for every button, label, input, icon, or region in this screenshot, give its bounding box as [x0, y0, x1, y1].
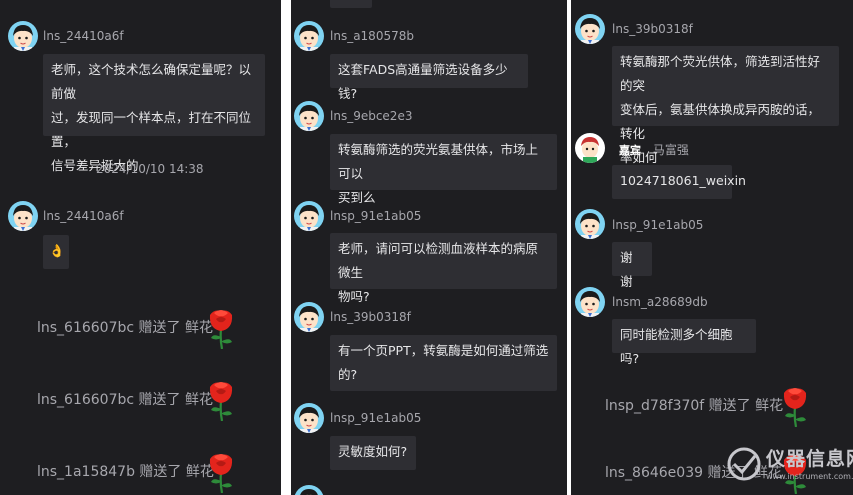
username: lnsm_a28689db	[612, 295, 708, 309]
guest-badge: 嘉宾	[619, 144, 641, 157]
message-line: 转氨酶筛选的荧光氨基供体，市场上可以	[338, 142, 539, 181]
message-line: 变体后，氨基供体换成异丙胺的话，转化	[620, 102, 821, 141]
gift-notice: lns_1a15847b 赠送了 鲜花	[37, 464, 214, 480]
gift-notice: lns_616607bc 赠送了 鲜花	[37, 320, 213, 336]
gift-notice: lnsp_d78f370f 赠送了 鲜花	[605, 398, 784, 414]
avatar-icon	[575, 209, 605, 239]
message-line: 物吗?	[338, 289, 370, 304]
site-watermark: 仪器信息网 www.instrument.com.cn	[726, 444, 853, 489]
avatar-icon	[294, 101, 324, 131]
avatar-icon	[8, 201, 38, 231]
avatar-icon	[294, 21, 324, 51]
user-avatar[interactable]	[294, 302, 324, 332]
message-line: 同时能检测多个细胞吗?	[620, 327, 733, 366]
avatar-icon	[294, 201, 324, 231]
chat-panel-left: lns_24410a6f 老师，这个技术怎么确保定量呢？以前做 过，发现同一个样…	[0, 0, 281, 495]
avatar-icon	[575, 133, 605, 163]
gift-notice: lns_616607bc 赠送了 鲜花	[37, 392, 213, 408]
message-bubble: 同时能检测多个细胞吗?	[612, 319, 756, 366]
rose-icon	[780, 383, 810, 427]
user-avatar[interactable]	[294, 101, 324, 131]
username: lns_9ebce2e3	[330, 109, 413, 123]
chat-panel-middle: lns_a180578b 这套FADS高通量筛选设备多少钱? lns_9ebce…	[291, 0, 567, 495]
avatar-icon	[575, 14, 605, 44]
username: lnsp_91e1ab05	[330, 411, 422, 425]
user-avatar[interactable]	[294, 201, 324, 231]
rose-icon	[206, 449, 236, 493]
username: lnsp_91e1ab05	[612, 218, 704, 232]
message-line: 老师，这个技术怎么确保定量呢？以前做	[51, 62, 252, 101]
username: lns_a180578b	[330, 29, 414, 43]
user-avatar[interactable]	[8, 21, 38, 51]
username: lns_39b0318f	[330, 310, 411, 324]
guest-user: 嘉宾 马富强	[619, 141, 689, 158]
username: lns_24410a6f	[43, 209, 124, 223]
rose-icon	[206, 305, 236, 349]
avatar-icon	[8, 21, 38, 51]
user-avatar[interactable]	[8, 201, 38, 231]
avatar-icon	[294, 302, 324, 332]
message-line: 1024718061_weixin	[620, 173, 746, 188]
message-bubble: 谢谢	[612, 242, 652, 289]
message-line: 灵敏度如何?	[338, 444, 408, 459]
user-avatar[interactable]	[575, 209, 605, 239]
message-bubble: 灵敏度如何?	[330, 436, 416, 470]
user-avatar[interactable]	[575, 14, 605, 44]
guest-avatar[interactable]	[575, 133, 605, 163]
message-bubble: 老师，请问可以检测血液样本的病原微生 物吗?	[330, 233, 557, 304]
message-line: 的?	[338, 367, 358, 382]
message-line: 过，发现同一个样本点，打在不同位置，	[51, 110, 252, 149]
message-bubble: 老师，这个技术怎么确保定量呢？以前做 过，发现同一个样本点，打在不同位置， 信号…	[43, 54, 265, 173]
watermark-title: 仪器信息网	[766, 448, 853, 470]
message-line: 这套FADS高通量筛选设备多少钱?	[338, 62, 508, 101]
avatar-icon	[575, 287, 605, 317]
avatar-icon	[294, 403, 324, 433]
avatar-icon	[294, 485, 324, 495]
ok-hand-emoji: 👌	[49, 243, 65, 258]
username: lnsp_91e1ab05	[330, 209, 422, 223]
message-bubble: 1024718061_weixin	[612, 165, 746, 199]
message-bubble: 转氨酶筛选的荧光氨基供体，市场上可以 买到么	[330, 134, 557, 205]
message-line: 转氨酶那个荧光供体，筛选到活性好的突	[620, 54, 821, 93]
message-line: 谢谢	[620, 250, 633, 289]
username: 马富强	[652, 143, 689, 157]
message-bubble: 转氨酶那个荧光供体，筛选到活性好的突 变体后，氨基供体换成异丙胺的话，转化 率如…	[612, 46, 839, 165]
username: lns_39b0318f	[612, 22, 693, 36]
username: lns_24410a6f	[43, 29, 124, 43]
message-bubble: 这套FADS高通量筛选设备多少钱?	[330, 54, 528, 101]
user-avatar[interactable]	[294, 403, 324, 433]
message-bubble: 有一个页PPT，转氨酶是如何通过筛选 的?	[330, 335, 557, 391]
message-line: 有一个页PPT，转氨酶是如何通过筛选	[338, 343, 549, 358]
message-timestamp: 2024/10/10 14:38	[96, 162, 204, 176]
message-bubble: 👌	[43, 235, 69, 269]
message-bubble-partial	[330, 0, 372, 8]
message-line: 老师，请问可以检测血液样本的病原微生	[338, 241, 539, 280]
watermark-url: www.instrument.com.cn	[766, 472, 853, 481]
user-avatar[interactable]	[575, 287, 605, 317]
user-avatar-partial[interactable]	[294, 485, 324, 495]
watermark-logo-icon	[727, 447, 761, 481]
chat-panel-right: lns_39b0318f 转氨酶那个荧光供体，筛选到活性好的突 变体后，氨基供体…	[571, 0, 853, 495]
user-avatar[interactable]	[294, 21, 324, 51]
message-line: 买到么	[338, 190, 376, 205]
rose-icon	[206, 377, 236, 421]
